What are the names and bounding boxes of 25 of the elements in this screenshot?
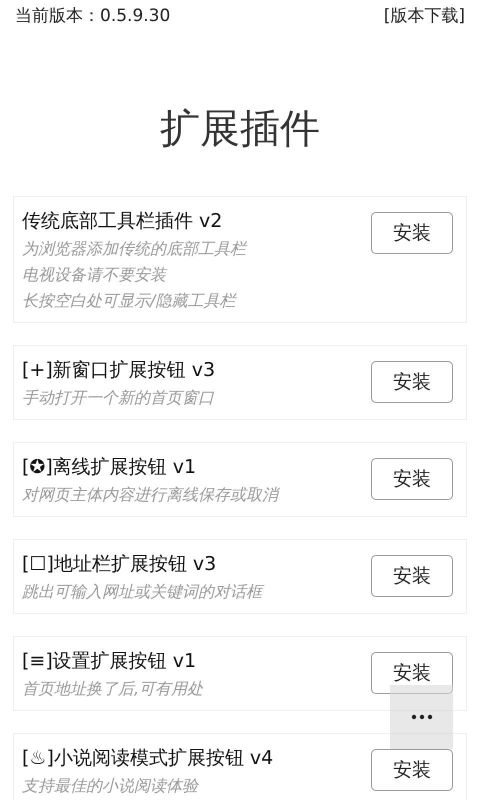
plugin-name: 传统底部工具栏插件 v2 <box>22 209 224 234</box>
install-button[interactable]: 安装 <box>371 652 453 694</box>
plugin-name: [≡]设置扩展按钮 v1 <box>22 649 198 674</box>
plugin-description: 为浏览器添加传统的底部工具栏 <box>22 238 246 260</box>
plugin-description: 支持最佳的小说阅读体验 <box>22 775 200 797</box>
plugin-name: [+]新窗口扩展按钮 v3 <box>22 358 216 383</box>
plugin-description: 手动打开一个新的首页窗口 <box>22 387 215 409</box>
install-button[interactable]: 安装 <box>371 361 453 403</box>
install-button[interactable]: 安装 <box>371 212 453 254</box>
install-button[interactable]: 安装 <box>371 555 453 597</box>
plugin-description: 首页地址换了后,可有用处 <box>22 678 204 700</box>
plugin-description: 电视设备请不要安装 <box>22 264 168 286</box>
version-label: 当前版本：0.5.9.30 <box>15 4 170 26</box>
version-download-link[interactable]: [版本下载] <box>384 4 465 26</box>
plugin-name: [✪]离线扩展按钮 v1 <box>22 455 198 480</box>
plugin-name: [♨]小说阅读模式扩展按钮 v4 <box>22 746 274 771</box>
install-button[interactable]: 安装 <box>371 458 453 500</box>
page-title: 扩展插件 <box>159 105 321 154</box>
plugin-description: 对网页主体内容进行离线保存或取消 <box>22 484 278 506</box>
install-button[interactable]: 安装 <box>371 749 453 791</box>
plugin-description: 跳出可输入网址或关键词的对话框 <box>22 579 262 605</box>
more-icon <box>410 714 432 720</box>
plugin-description: 长按空白处可显示/隐藏工具栏 <box>22 290 238 312</box>
more-button[interactable] <box>390 685 453 749</box>
plugin-name: [☐]地址栏扩展按钮 v3 <box>22 552 218 577</box>
